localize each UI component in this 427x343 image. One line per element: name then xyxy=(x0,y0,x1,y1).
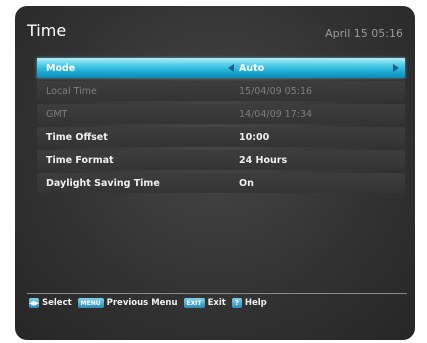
footer-previous-menu-label: Previous Menu xyxy=(106,298,178,308)
daylight-saving-value: On xyxy=(239,178,254,189)
footer-help-bar: ◀▶ Select MENU Previous Menu EXIT Exit ?… xyxy=(29,298,273,308)
footer-help-label: Help xyxy=(244,298,267,308)
footer-select-label: Select xyxy=(42,298,72,308)
footer-exit-label: Exit xyxy=(207,298,226,308)
daylight-saving-label: Daylight Saving Time xyxy=(46,178,160,189)
time-format-label: Time Format xyxy=(46,155,114,166)
gmt-value: 14/04/09 17:34 xyxy=(239,109,313,120)
page-title: Time xyxy=(27,21,67,40)
left-right-arrows-icon: ◀▶ xyxy=(29,298,39,308)
arrow-left-icon[interactable] xyxy=(228,64,234,72)
time-offset-label: Time Offset xyxy=(46,132,108,143)
time-format-row[interactable]: Time Format 24 Hours xyxy=(37,150,405,170)
tv-screen: Time April 15 05:16 Mode Auto Local Time… xyxy=(15,6,415,340)
time-offset-row[interactable]: Time Offset 10:00 xyxy=(37,127,405,147)
menu-key-icon: MENU xyxy=(77,298,104,308)
mode-label: Mode xyxy=(46,63,76,74)
local-time-row: Local Time 15/04/09 05:16 xyxy=(37,81,405,101)
local-time-label: Local Time xyxy=(46,86,97,97)
mode-value: Auto xyxy=(239,63,265,74)
mode-row[interactable]: Mode Auto xyxy=(37,58,405,78)
daylight-saving-row[interactable]: Daylight Saving Time On xyxy=(37,173,405,193)
time-format-value: 24 Hours xyxy=(239,155,288,166)
arrow-right-icon[interactable] xyxy=(393,64,399,72)
exit-key-icon: EXIT xyxy=(183,298,205,308)
time-offset-value: 10:00 xyxy=(239,132,270,143)
time-settings-menu: Mode Auto Local Time 15/04/09 05:16 GMT … xyxy=(37,58,405,196)
footer-divider xyxy=(27,293,407,294)
gmt-label: GMT xyxy=(46,109,68,120)
gmt-row: GMT 14/04/09 17:34 xyxy=(37,104,405,124)
help-key-icon: ? xyxy=(231,298,242,308)
current-datetime: April 15 05:16 xyxy=(325,27,403,40)
local-time-value: 15/04/09 05:16 xyxy=(239,86,313,97)
